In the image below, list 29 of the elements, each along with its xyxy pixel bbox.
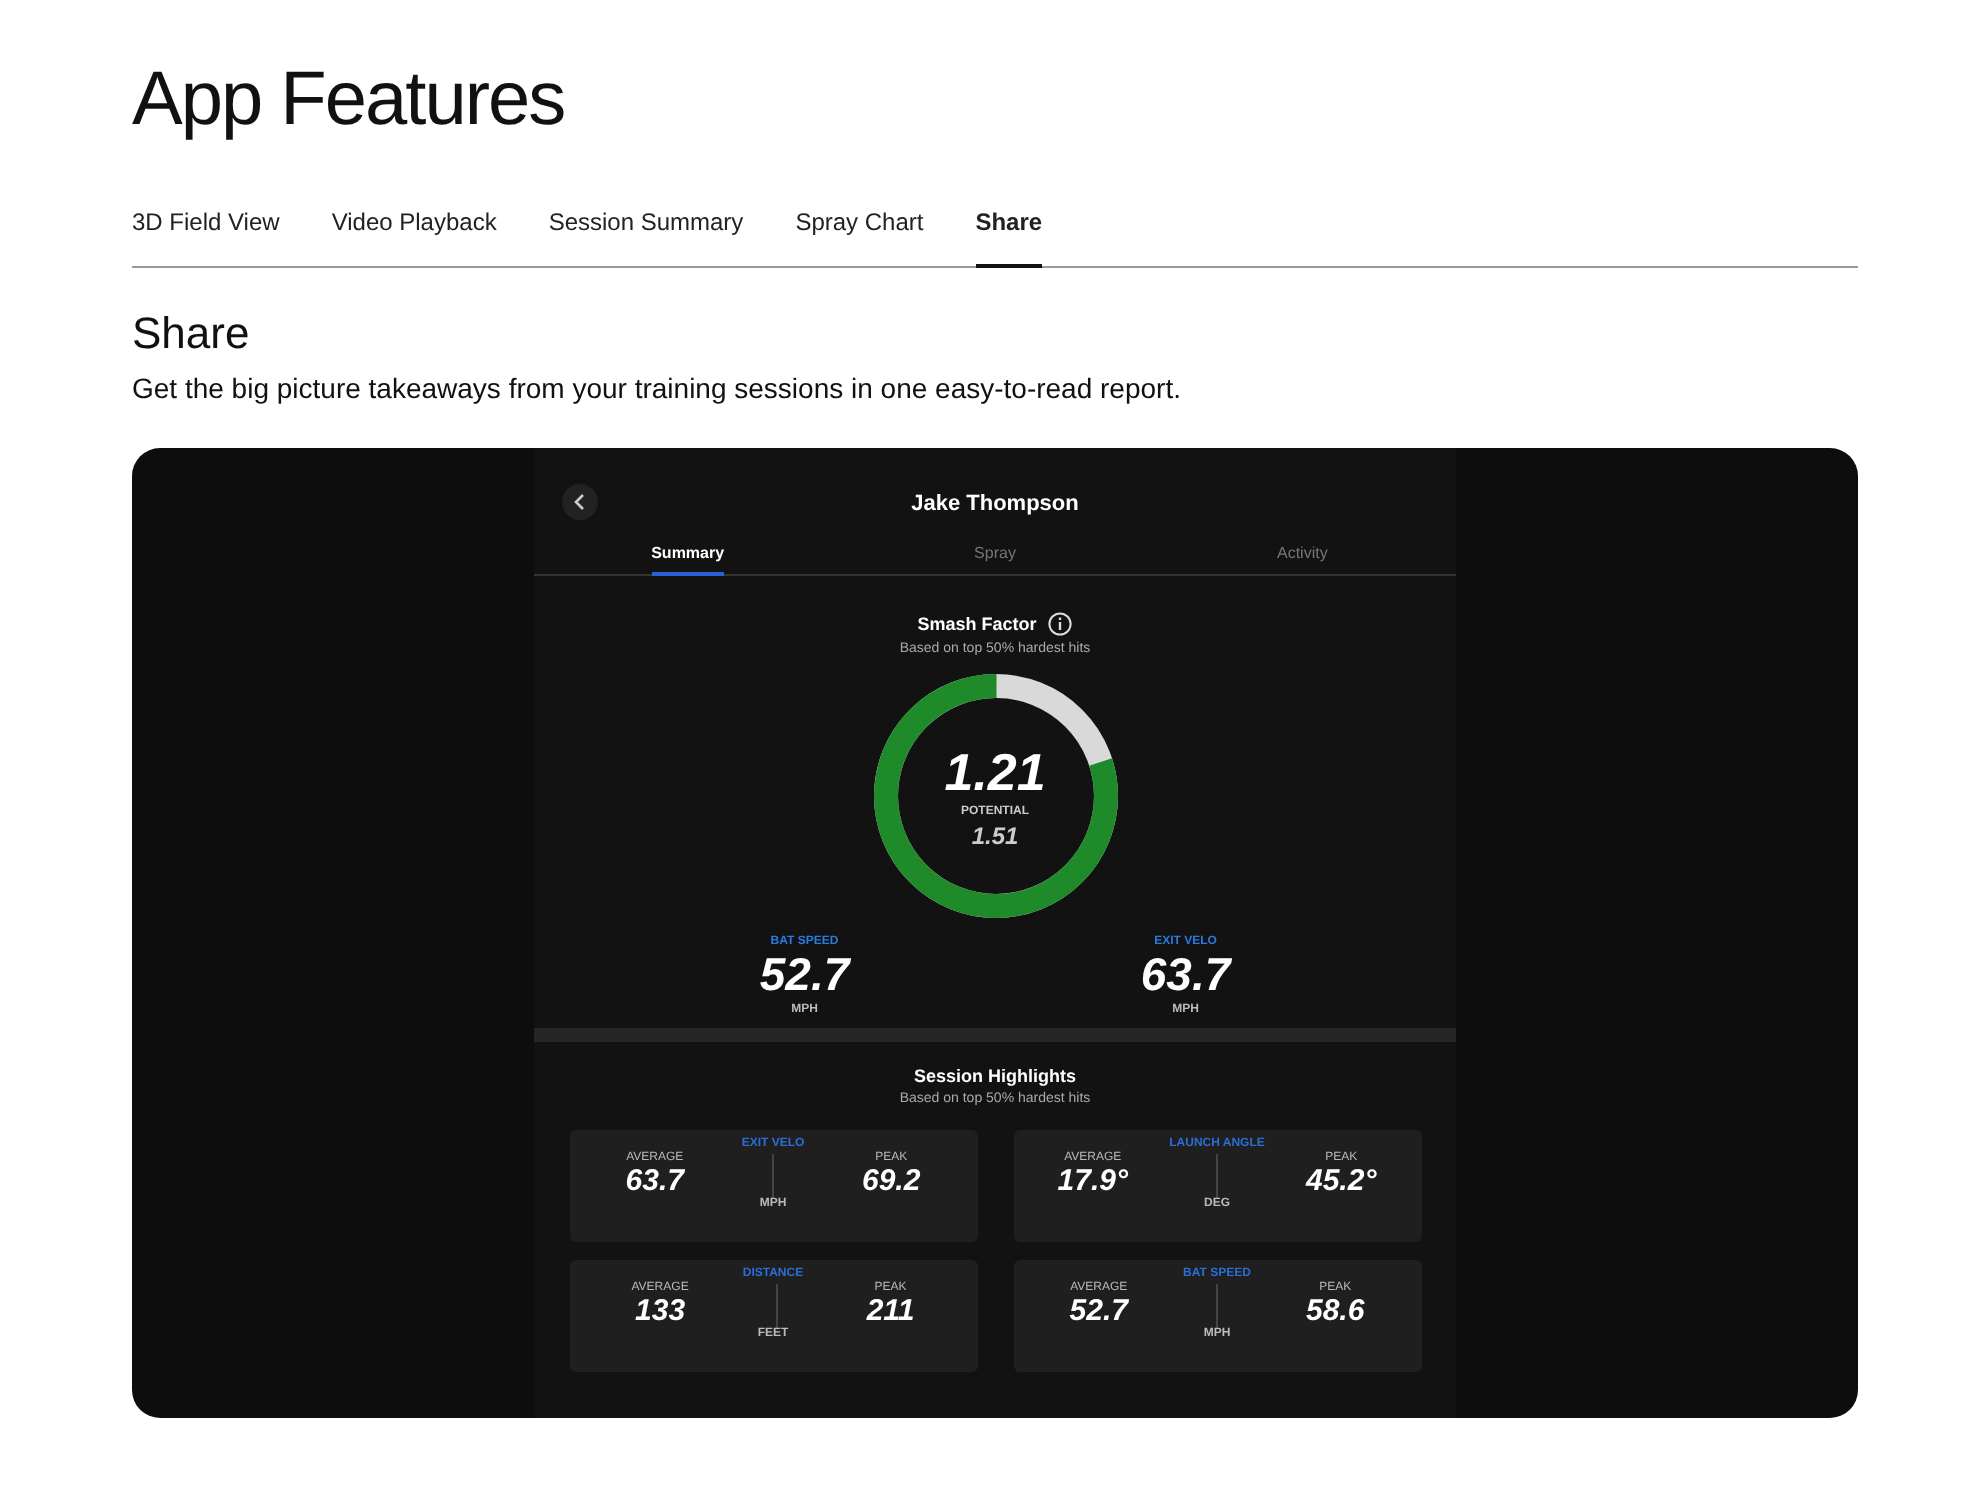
smash-factor-value: 1.21 (944, 743, 1046, 799)
section-description: Get the big picture takeaways from your training sessions in one easy-to-read report. (132, 370, 1183, 406)
average-value: 63.7 (625, 1164, 684, 1198)
potential-value: 1.51 (971, 821, 1019, 849)
smash-factor-title: Smash Factor (917, 614, 1037, 634)
section-heading: Share (132, 308, 252, 360)
peak-value: 45.2° (1306, 1164, 1377, 1198)
app-tab[interactable]: Spray (974, 540, 1016, 576)
chevron-left-icon (570, 492, 590, 512)
app-tab[interactable]: Activity (1277, 540, 1328, 576)
page-title: App Features (132, 56, 567, 146)
feature-tab[interactable]: Session Summary (548, 200, 744, 268)
peak-value: 58.6 (1306, 1294, 1365, 1328)
feature-tab[interactable]: Video Playback (331, 200, 497, 268)
back-button[interactable] (562, 484, 598, 520)
highlights-title: Session Highlights (913, 1066, 1076, 1086)
average-value: 52.7 (1069, 1294, 1128, 1328)
stat-value: 63.7 (1140, 948, 1231, 1000)
info-icon[interactable] (1048, 612, 1073, 636)
feature-tab[interactable]: Spray Chart (795, 200, 924, 268)
average-value: 17.9° (1057, 1164, 1128, 1198)
stat-value: 52.7 (759, 948, 850, 1000)
feature-tab[interactable]: Share (975, 200, 1043, 268)
feature-tab[interactable]: 3D Field View (132, 200, 280, 268)
average-value: 133 (635, 1294, 686, 1328)
peak-value: 69.2 (862, 1164, 921, 1198)
app-tab[interactable]: Summary (651, 540, 725, 576)
peak-value: 211 (866, 1294, 915, 1328)
player-name: Jake Thompson (911, 492, 1079, 516)
